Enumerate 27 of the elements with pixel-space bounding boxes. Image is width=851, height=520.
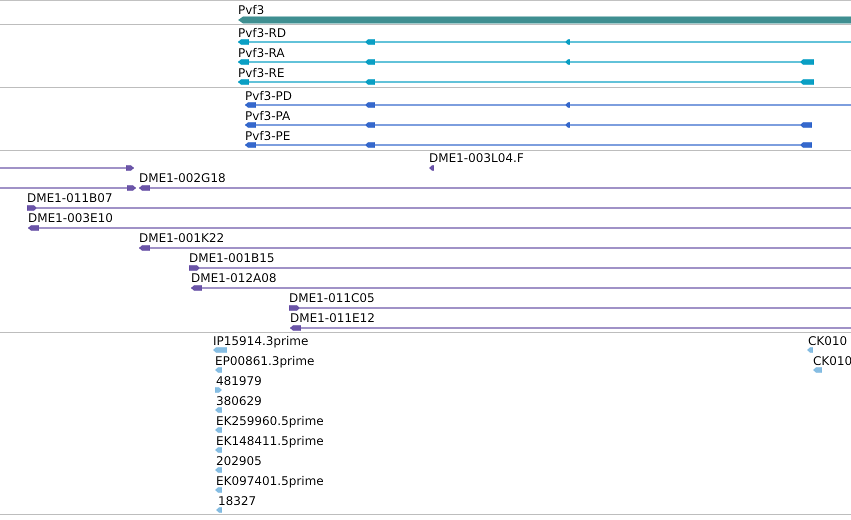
est-label: 18327 [218, 494, 256, 508]
est-label: EK148411.5prime [216, 434, 324, 448]
est-label: EK259960.5prime [216, 414, 324, 428]
transcript-label: Pvf3-RD [238, 26, 286, 40]
est-label: 380629 [216, 394, 262, 408]
transcript-label: Pvf3-PE [245, 129, 290, 143]
transcript-label: Pvf3-RA [238, 46, 285, 60]
transcript-label: Pvf3-PA [245, 109, 290, 123]
transcript-label: Pvf3-PD [245, 89, 292, 103]
clone-label: DME1-003E10 [28, 211, 113, 225]
est-label: CK010 [808, 334, 848, 348]
est-label: EK097401.5prime [216, 474, 324, 488]
clone-label: DME1-011C05 [289, 291, 375, 305]
est-label: EP00861.3prime [215, 354, 314, 368]
est-label: IP15914.3prime [213, 334, 308, 348]
transcript-label: Pvf3-RE [238, 66, 284, 80]
clone-label: DME1-001B15 [189, 251, 275, 265]
est-label: 481979 [216, 374, 262, 388]
est-label: 202905 [216, 454, 262, 468]
clone-label: DME1-001K22 [139, 231, 224, 245]
clone-label: DME1-002G18 [139, 171, 226, 185]
clone-label: DME1-003L04.F [429, 151, 524, 165]
est-label: CK010 [813, 354, 851, 368]
clone-label: DME1-012A08 [191, 271, 277, 285]
gene-label: Pvf3 [238, 3, 264, 17]
clone-label: DME1-011B07 [27, 191, 113, 205]
clone-label: DME1-011E12 [290, 311, 375, 325]
